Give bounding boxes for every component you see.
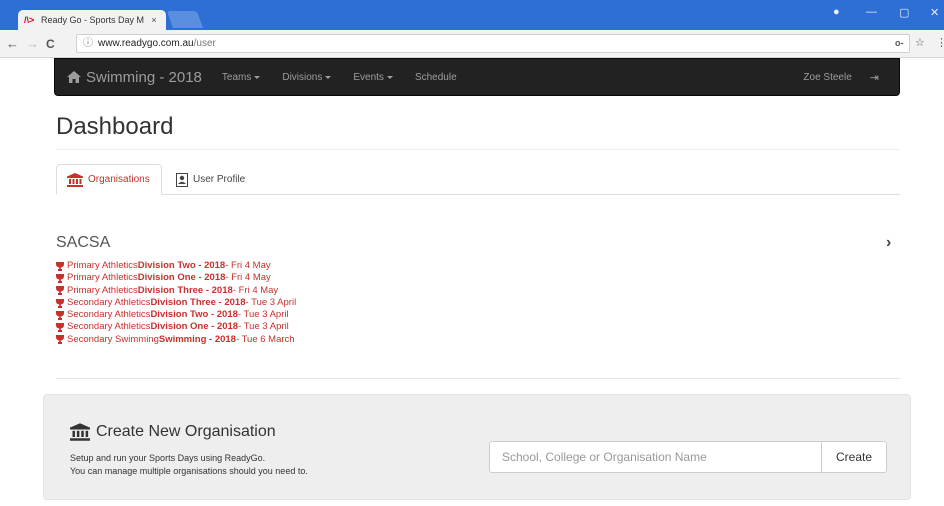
organisation-name-input[interactable] <box>489 441 822 473</box>
create-organisation-heading: Create New Organisation <box>70 423 276 441</box>
tab-user-profile[interactable]: User Profile <box>166 164 255 195</box>
readygo-favicon-icon: /\> <box>24 15 35 25</box>
event-division: Division Three - 2018 <box>150 296 246 308</box>
event-prefix: Primary Athletics <box>67 272 138 284</box>
event-division: Swimming - 2018 <box>158 333 236 345</box>
key-icon[interactable]: o- <box>895 38 904 48</box>
event-prefix: Secondary Athletics <box>67 321 151 333</box>
description-line: Setup and run your Sports Days using Rea… <box>70 453 266 463</box>
event-division: Division Two - 2018 <box>137 260 226 271</box>
browser-tab[interactable]: /\> Ready Go - Sports Day M × <box>18 10 166 30</box>
trophy-icon <box>56 335 64 345</box>
trophy-icon <box>56 273 64 283</box>
logout-icon[interactable]: ⇥ <box>870 71 879 84</box>
back-icon[interactable]: ← <box>6 36 19 51</box>
event-division: Division Two - 2018 <box>150 309 238 321</box>
dashboard-tabs: Organisations User Profile <box>56 164 900 195</box>
navbar-brand-label: Swimming - 2018 <box>86 68 202 86</box>
event-item[interactable]: Primary Athletics Division Two - 2018 - … <box>56 260 296 272</box>
create-organisation-description: Setup and run your Sports Days using Rea… <box>70 452 308 478</box>
create-button[interactable]: Create <box>821 441 887 473</box>
browser-tab-title: Ready Go - Sports Day M <box>41 15 145 25</box>
url-host: www.readygo.com.au <box>98 38 194 49</box>
minimize-icon[interactable]: — <box>866 6 877 18</box>
tab-organisations[interactable]: Organisations <box>56 164 162 195</box>
home-icon <box>67 71 81 83</box>
description-line: You can manage multiple organisations sh… <box>70 466 308 476</box>
nav-divisions-label: Divisions <box>282 71 323 83</box>
event-prefix: Primary Athletics <box>67 284 138 296</box>
new-tab-button[interactable] <box>166 11 204 28</box>
maximize-icon[interactable]: ▢ <box>899 6 909 19</box>
event-prefix: Secondary Athletics <box>67 296 151 308</box>
create-organisation-title: Create New Organisation <box>96 423 276 440</box>
event-list: Primary Athletics Division Two - 2018 - … <box>56 260 296 346</box>
trophy-icon <box>56 298 64 308</box>
nav-teams-label: Teams <box>221 71 252 83</box>
navbar-right: Zoe Steele ⇥ <box>803 71 899 84</box>
profile-icon[interactable]: ● <box>833 6 840 18</box>
bookmark-star-icon[interactable]: ☆ <box>915 36 925 49</box>
forward-icon[interactable]: → <box>26 36 39 51</box>
institution-icon <box>70 423 90 441</box>
event-date: - Tue 3 April <box>237 309 289 321</box>
event-prefix: Primary Athletics <box>67 260 138 271</box>
window-close-icon[interactable]: ✕ <box>930 6 939 19</box>
organisation-name[interactable]: SACSA <box>56 234 110 252</box>
site-info-icon[interactable]: ⓘ <box>83 38 93 49</box>
nav-schedule[interactable]: Schedule <box>415 72 457 83</box>
reload-icon[interactable]: C <box>46 37 55 51</box>
event-division: Division One - 2018 <box>137 272 226 284</box>
user-name-link[interactable]: Zoe Steele <box>803 72 851 83</box>
event-date: - Fri 4 May <box>225 272 271 284</box>
event-item[interactable]: Secondary Athletics Division Three - 201… <box>56 297 296 309</box>
event-date: - Fri 4 May <box>225 260 271 271</box>
nav-teams[interactable]: Teams <box>221 71 261 83</box>
nav-events[interactable]: Events <box>353 72 393 83</box>
address-bar[interactable]: ⓘ www.readygo.com.au/user <box>76 34 910 53</box>
nav-events-label: Events <box>353 71 384 83</box>
event-date: - Tue 3 April <box>245 296 297 308</box>
nav-schedule-label: Schedule <box>414 71 457 83</box>
navbar-brand[interactable]: Swimming - 2018 <box>67 69 202 86</box>
create-organisation-panel: Create New Organisation Setup and run yo… <box>43 394 911 500</box>
event-division: Division One - 2018 <box>150 321 239 333</box>
event-prefix: Secondary Swimming <box>67 333 159 345</box>
event-item[interactable]: Secondary Athletics Division One - 2018 … <box>56 321 296 333</box>
event-date: - Fri 4 May <box>232 284 279 296</box>
event-item[interactable]: Secondary Swimming Swimming - 2018 - Tue… <box>56 334 296 346</box>
trophy-icon <box>56 261 64 271</box>
trophy-icon <box>56 310 64 320</box>
browser-titlebar: /\> Ready Go - Sports Day M × ● — ▢ ✕ <box>0 0 944 30</box>
event-item[interactable]: Primary Athletics Division One - 2018 - … <box>56 272 296 284</box>
chevron-right-icon[interactable]: › <box>886 234 891 252</box>
event-prefix: Secondary Athletics <box>67 309 151 321</box>
tab-user-profile-label: User Profile <box>193 174 246 185</box>
caret-down-icon <box>254 76 261 79</box>
browser-menu-icon[interactable]: ⋮ <box>936 36 944 49</box>
caret-down-icon <box>386 76 393 79</box>
trophy-icon <box>56 323 64 333</box>
user-profile-icon <box>176 172 188 187</box>
tab-close-icon[interactable]: × <box>148 15 160 25</box>
event-item[interactable]: Primary Athletics Division Three - 2018 … <box>56 285 296 297</box>
page-title: Dashboard <box>56 113 174 140</box>
divider <box>56 149 900 150</box>
event-item[interactable]: Secondary Athletics Division Two - 2018 … <box>56 309 296 321</box>
event-date: - Tue 6 March <box>235 333 295 345</box>
caret-down-icon <box>325 76 332 79</box>
trophy-icon <box>56 286 64 296</box>
nav-divisions[interactable]: Divisions <box>282 71 332 83</box>
app-navbar: Swimming - 2018 Teams Divisions Events S… <box>54 58 900 96</box>
institution-icon <box>67 172 83 187</box>
event-date: - Tue 3 April <box>238 321 289 333</box>
url-path: /user <box>193 38 216 49</box>
event-division: Division Three - 2018 <box>137 284 233 296</box>
tab-organisations-label: Organisations <box>88 174 150 185</box>
divider <box>56 378 900 379</box>
